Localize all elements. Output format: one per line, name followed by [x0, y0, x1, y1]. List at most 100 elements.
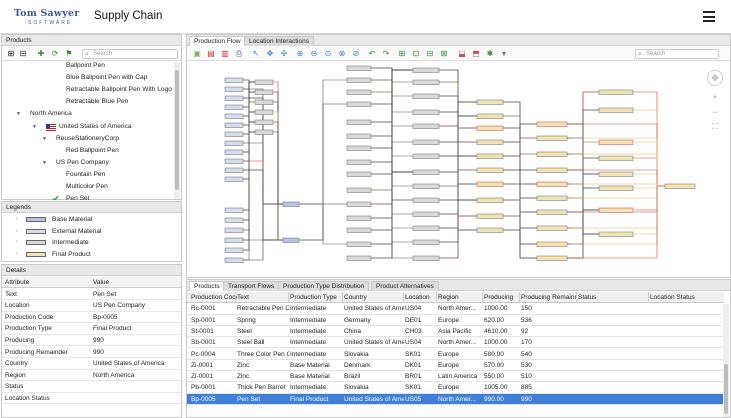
graph-node[interactable] — [598, 231, 634, 237]
collapse-all-icon[interactable]: ⊟ — [18, 49, 28, 59]
graph-node[interactable] — [536, 135, 568, 141]
hamburger-menu-icon[interactable] — [703, 11, 715, 22]
graph-node[interactable] — [346, 119, 372, 125]
expand-arrow-icon[interactable]: ▼ — [32, 121, 37, 133]
graph-node[interactable] — [346, 89, 372, 95]
grid-row[interactable]: Sp-0001 Spring Intermediate Germany DE01 Euro… — [187, 315, 724, 326]
graph-node[interactable] — [412, 93, 440, 99]
column-divider[interactable] — [403, 292, 404, 303]
graph-node[interactable] — [346, 187, 372, 193]
graph-edge[interactable] — [633, 141, 665, 187]
graph-node[interactable] — [224, 86, 244, 92]
graph-node[interactable] — [254, 109, 274, 115]
layout-symmetric-icon[interactable]: ⊠ — [439, 49, 449, 59]
graph-node[interactable] — [346, 133, 372, 139]
tree-item[interactable]: Red Ballpoint Pen — [2, 145, 174, 157]
tree-item[interactable]: Retractable Blue Pen — [2, 96, 174, 108]
graph-edge[interactable] — [439, 95, 477, 103]
column-divider[interactable] — [519, 292, 520, 303]
overview-icon[interactable]: ⬒ — [471, 49, 481, 59]
graph-node[interactable] — [598, 185, 634, 191]
graph-node[interactable] — [224, 247, 244, 253]
zoom-in-icon[interactable]: ⊕ — [295, 49, 305, 59]
graph-node[interactable] — [346, 171, 372, 177]
grid-column-header[interactable]: Location — [405, 292, 437, 303]
grid-row[interactable]: Bp-0005 Pen Set Final Product United States… — [187, 393, 724, 405]
graph-node[interactable] — [598, 155, 634, 161]
grid-row[interactable]: Sb-0001 Steel Ball Intermediate United Stat… — [187, 337, 724, 349]
expand-arrow-icon[interactable]: ▼ — [42, 133, 47, 145]
graph-node[interactable] — [346, 215, 372, 221]
grid-row[interactable]: Zi-0001 Zinc Base Material Brazil BR01 Latin … — [187, 371, 724, 383]
tab-transport-flows[interactable]: Transport Flows — [223, 281, 280, 291]
graph-node[interactable] — [412, 79, 440, 85]
graph-node[interactable] — [476, 99, 504, 105]
graph-node[interactable] — [224, 149, 244, 155]
graph-node[interactable] — [412, 109, 440, 115]
expand-arrow-icon[interactable]: ▼ — [16, 108, 21, 120]
zoom-out-icon[interactable]: ⊖ — [309, 49, 319, 59]
graph-edge[interactable] — [633, 157, 665, 187]
graph-node[interactable] — [224, 167, 244, 173]
graph-node[interactable] — [412, 139, 440, 145]
graph-node[interactable] — [412, 67, 440, 73]
tree-item[interactable]: Multicolor Pen — [2, 181, 174, 193]
graph-node[interactable] — [224, 131, 244, 137]
graph-node[interactable] — [536, 209, 568, 215]
graph-node[interactable] — [476, 227, 504, 233]
graph-edge[interactable] — [633, 109, 665, 187]
graph-node[interactable] — [224, 77, 244, 83]
graph-node[interactable] — [536, 195, 568, 201]
graph-node[interactable] — [254, 119, 274, 125]
zoom-fit-icon[interactable]: ⊙ — [323, 49, 333, 59]
graph-node[interactable] — [664, 183, 696, 189]
routing-icon[interactable]: ⬓ — [457, 49, 467, 59]
graph-edge[interactable] — [503, 229, 537, 245]
grid-row[interactable]: Pc-0004 Three Color Pen CoreIntermediate S… — [187, 349, 724, 360]
grid-scrollbar[interactable] — [723, 304, 729, 417]
grid-column-header[interactable]: Production Code — [191, 292, 237, 303]
graph-node[interactable] — [476, 139, 504, 145]
grid-scroll-thumb[interactable] — [724, 364, 728, 414]
zoom-actual-icon[interactable]: ⊘ — [351, 49, 361, 59]
grid-column-header[interactable]: Country — [344, 292, 404, 303]
graph-edge[interactable] — [567, 233, 599, 259]
tree-item[interactable]: ▼ US Pen Company — [2, 157, 174, 169]
graph-node[interactable] — [412, 239, 440, 245]
undo-icon[interactable]: ↶ — [367, 49, 377, 59]
column-divider[interactable] — [288, 292, 289, 303]
print-icon[interactable]: ⎙ — [234, 49, 244, 59]
column-divider[interactable] — [482, 292, 483, 303]
tree-item[interactable]: ▼ North America — [2, 108, 174, 120]
graph-node[interactable] — [346, 101, 372, 107]
column-divider[interactable] — [342, 292, 343, 303]
graph-edge[interactable] — [571, 185, 665, 259]
graph-node[interactable] — [412, 197, 440, 203]
grid-column-header[interactable]: Location Status — [650, 292, 720, 303]
graph-node[interactable] — [346, 227, 372, 233]
graph-edge[interactable] — [633, 91, 665, 187]
grid-row[interactable]: Zi-0001 Zinc Base Material Denmark DK01 Europ… — [187, 360, 724, 372]
pan-tool-icon[interactable]: ✥ — [265, 49, 275, 59]
graph-node[interactable] — [476, 213, 504, 219]
expand-all-icon[interactable]: ⊞ — [6, 49, 16, 59]
graph-node[interactable] — [412, 211, 440, 217]
pan-control-icon[interactable]: ✥ — [707, 70, 723, 86]
tree-item[interactable]: ✔ Pen Set — [2, 193, 174, 200]
redo-icon[interactable]: ↷ — [381, 49, 391, 59]
grid-column-header[interactable]: Text — [237, 292, 289, 303]
grid-column-header[interactable]: Production Type — [290, 292, 343, 303]
tree-item[interactable]: Retractable Ballpoint Pen With Logo — [2, 84, 174, 96]
graph-node[interactable] — [598, 171, 634, 177]
fit-icon[interactable]: ▣ — [192, 49, 202, 59]
tree-item[interactable]: ▼ United States of America — [2, 121, 174, 133]
filter-products-icon[interactable]: ⚑ — [64, 49, 74, 59]
graph-node[interactable] — [224, 122, 244, 128]
graph-edge[interactable] — [371, 199, 413, 259]
graph-node[interactable] — [224, 95, 244, 101]
tab-products[interactable]: Products — [189, 281, 225, 291]
graph-edge[interactable] — [273, 131, 283, 241]
diagram-search-input[interactable]: ⌕ Search — [635, 49, 719, 59]
graph-node[interactable] — [476, 125, 504, 131]
grid-column-header[interactable]: Producing Remainder — [521, 292, 577, 303]
